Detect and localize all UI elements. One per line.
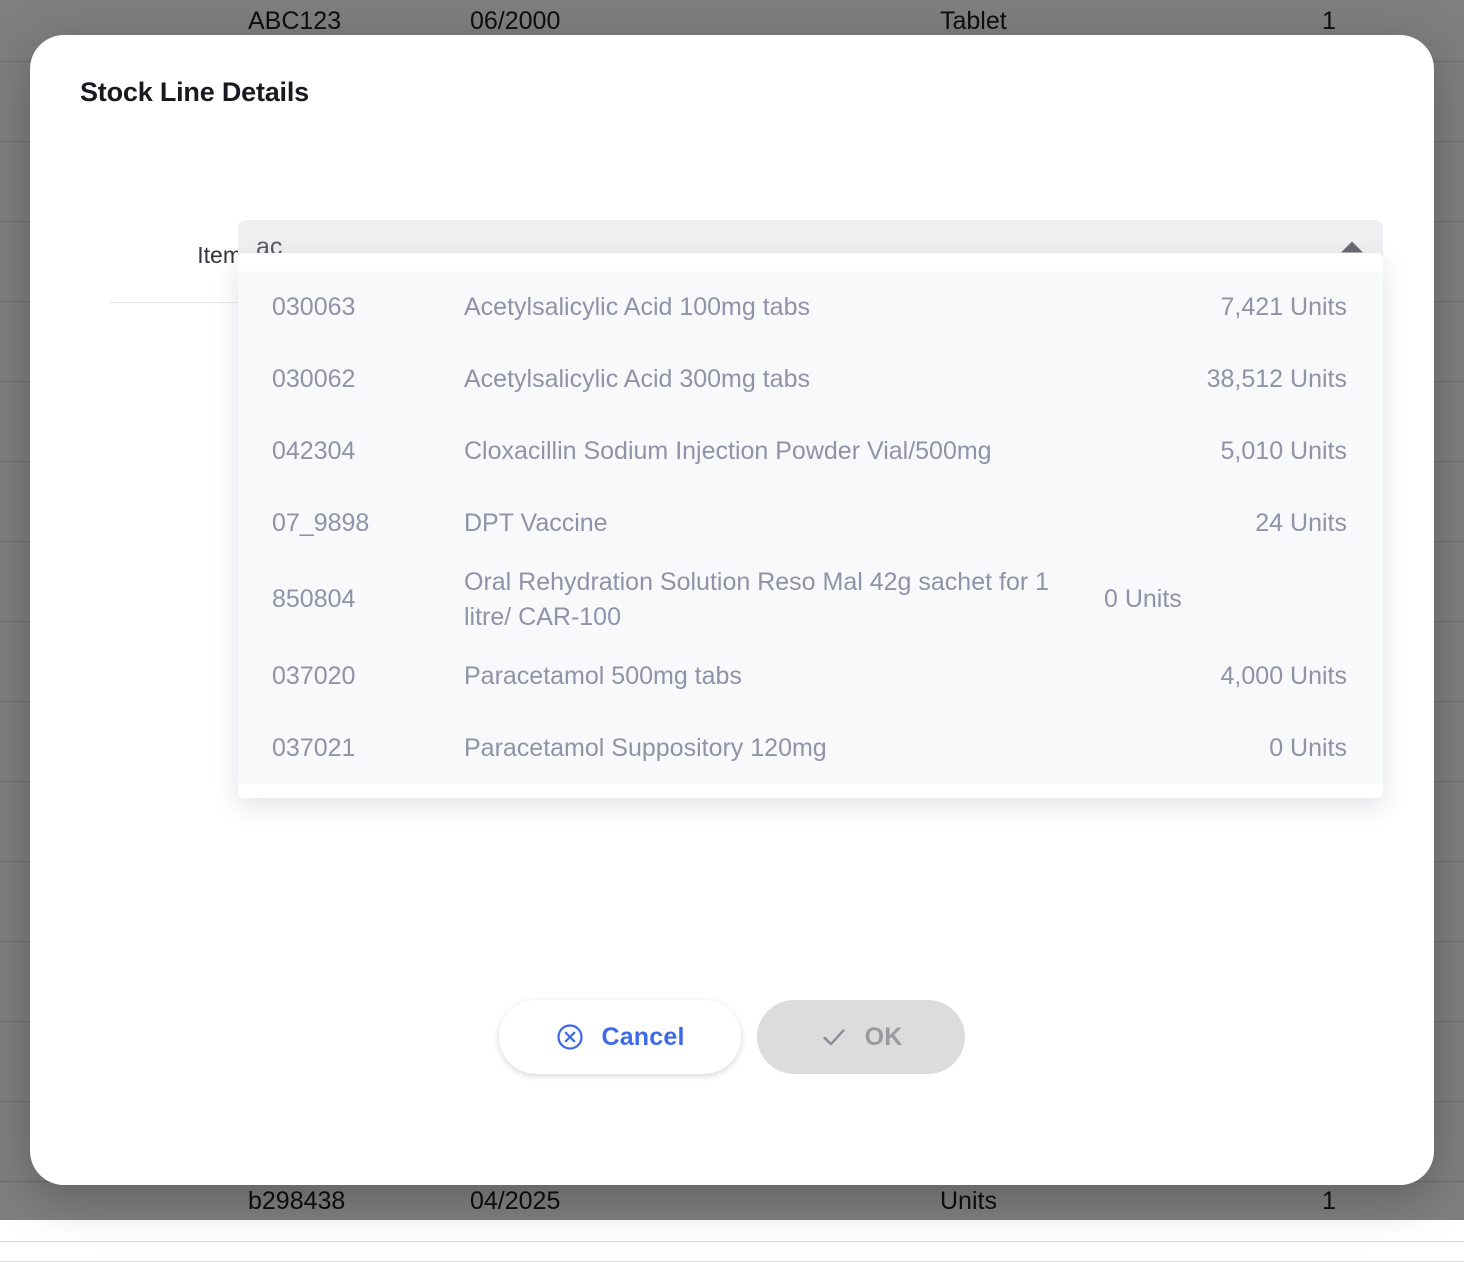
item-option-name: Acetylsalicylic Acid 100mg tabs (464, 290, 1221, 325)
item-option-code: 030062 (272, 365, 464, 394)
item-option-code: 037020 (272, 662, 464, 691)
item-option-name: Acetylsalicylic Acid 300mg tabs (464, 362, 1207, 397)
item-option-code: 030063 (272, 293, 464, 322)
item-option-list: 030063Acetylsalicylic Acid 100mg tabs7,4… (238, 271, 1383, 784)
ok-button-label: OK (865, 1023, 903, 1052)
item-option-units: 0 Units (1269, 734, 1347, 763)
item-option-code: 037021 (272, 734, 464, 763)
item-option-name: Oral Rehydration Solution Reso Mal 42g s… (464, 565, 1104, 634)
cancel-button-label: Cancel (601, 1023, 684, 1052)
modal-footer: Cancel OK (30, 1000, 1434, 1074)
item-option-units: 24 Units (1255, 509, 1347, 538)
item-option-units: 5,010 Units (1221, 437, 1347, 466)
item-option-code: 850804 (272, 585, 464, 614)
item-option-units: 38,512 Units (1207, 365, 1347, 394)
ok-button[interactable]: OK (757, 1000, 965, 1074)
check-icon (819, 1022, 849, 1052)
item-option-units: 0 Units (1104, 585, 1182, 614)
item-option-name: Paracetamol Suppository 120mg (464, 731, 1269, 766)
item-option-code: 07_9898 (272, 509, 464, 538)
item-dropdown-panel: 030063Acetylsalicylic Acid 100mg tabs7,4… (238, 253, 1383, 798)
item-option-name: Paracetamol 500mg tabs (464, 659, 1221, 694)
item-option-row[interactable]: 037021Paracetamol Suppository 120mg0 Uni… (238, 712, 1383, 784)
item-option-units: 4,000 Units (1221, 662, 1347, 691)
item-option-row[interactable]: 042304Cloxacillin Sodium Injection Powde… (238, 415, 1383, 487)
chevron-up-icon[interactable] (1341, 242, 1363, 253)
item-option-row[interactable]: 030062Acetylsalicylic Acid 300mg tabs38,… (238, 343, 1383, 415)
stock-line-details-modal: Stock Line Details Item 030063Acetylsali… (30, 35, 1434, 1185)
item-option-row[interactable]: 030063Acetylsalicylic Acid 100mg tabs7,4… (238, 271, 1383, 343)
item-option-row[interactable]: 037020Paracetamol 500mg tabs4,000 Units (238, 640, 1383, 712)
item-option-name: DPT Vaccine (464, 506, 1255, 541)
item-field-label: Item (152, 242, 242, 269)
modal-title: Stock Line Details (80, 77, 309, 108)
cancel-button[interactable]: Cancel (499, 1000, 740, 1074)
circle-x-icon (555, 1022, 585, 1052)
item-option-row[interactable]: 850804Oral Rehydration Solution Reso Mal… (238, 559, 1383, 640)
item-option-units: 7,421 Units (1221, 293, 1347, 322)
item-option-name: Cloxacillin Sodium Injection Powder Vial… (464, 434, 1221, 469)
item-option-code: 042304 (272, 437, 464, 466)
item-option-row[interactable]: 07_9898DPT Vaccine24 Units (238, 487, 1383, 559)
